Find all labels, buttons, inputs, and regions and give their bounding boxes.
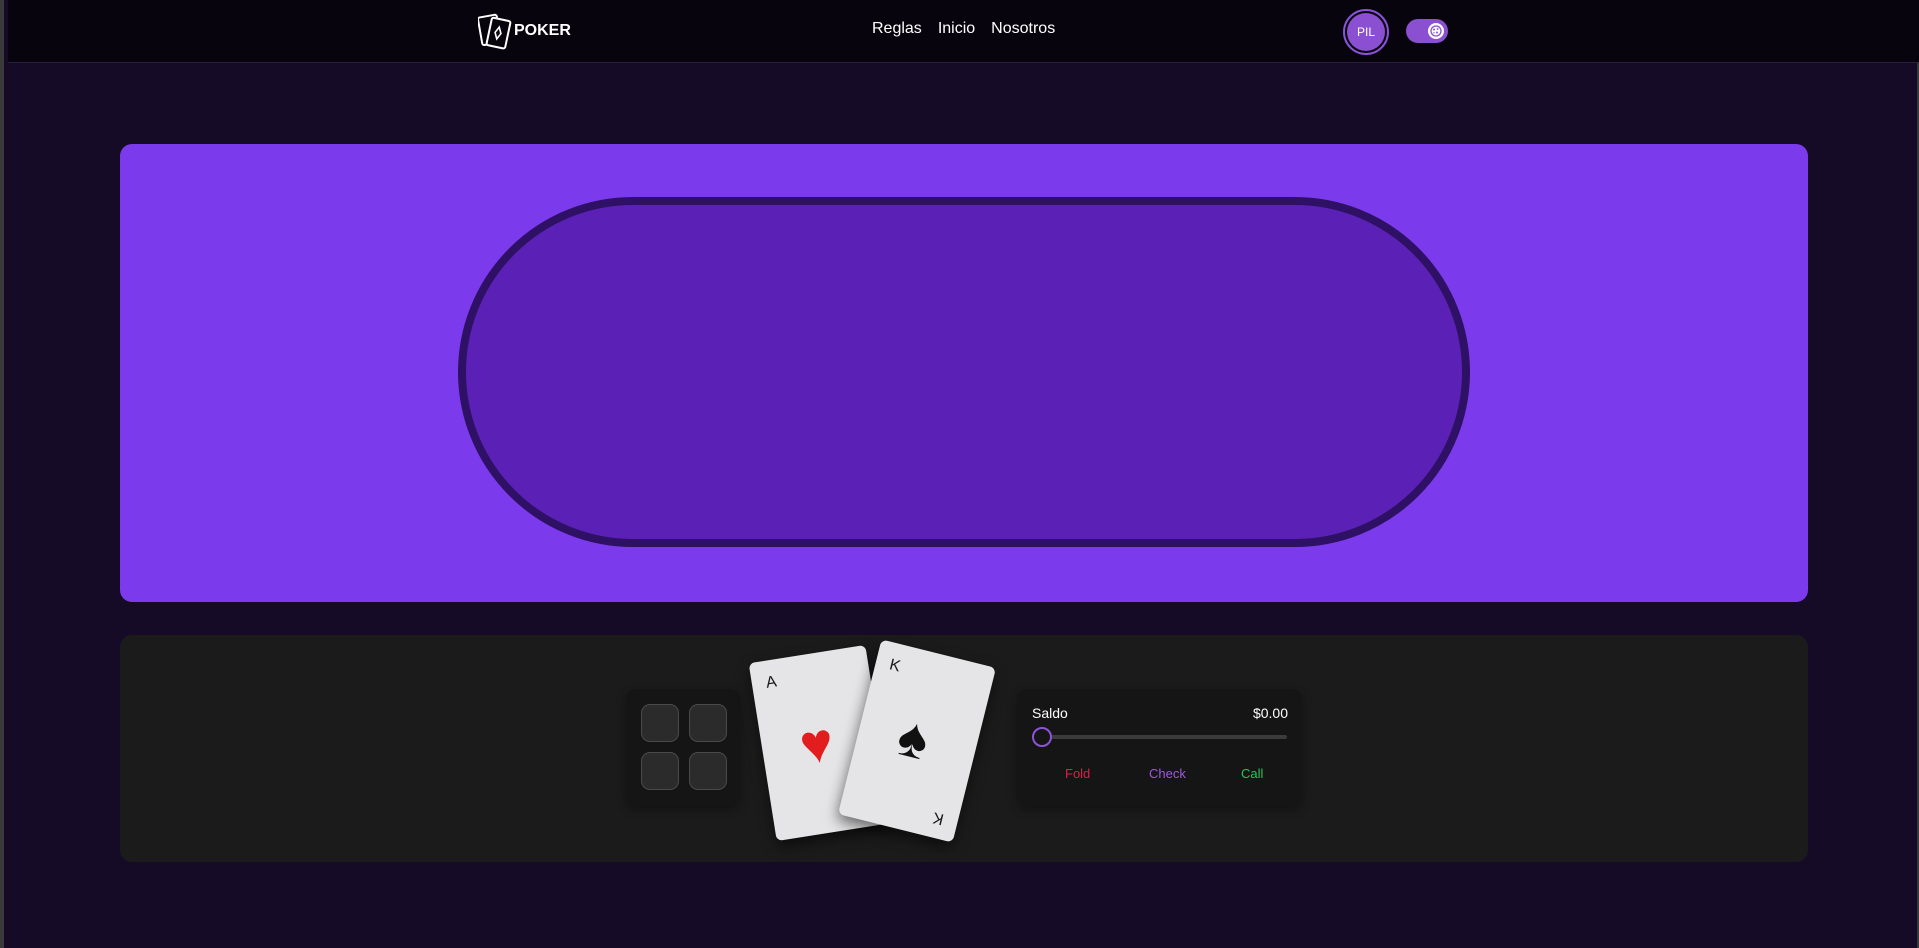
check-button[interactable]: Check xyxy=(1143,765,1192,782)
spade-icon: ♠ xyxy=(891,703,936,772)
action-panel: Saldo $0.00 Fold Check Call xyxy=(1017,689,1302,805)
theme-toggle-icon xyxy=(1428,23,1444,39)
main-nav: Reglas Inicio Nosotros xyxy=(872,20,1055,38)
brand-logo[interactable]: POKER xyxy=(478,12,571,50)
theme-toggle[interactable] xyxy=(1406,19,1448,43)
chip-slot[interactable] xyxy=(689,704,727,742)
poker-table-panel xyxy=(120,144,1808,602)
nav-link-reglas[interactable]: Reglas xyxy=(872,20,922,38)
cards-icon xyxy=(478,12,512,50)
avatar-initials: PIL xyxy=(1347,13,1385,51)
heart-icon: ♥ xyxy=(795,709,838,777)
bet-slider-track[interactable] xyxy=(1032,735,1287,739)
nav-link-inicio[interactable]: Inicio xyxy=(938,20,975,38)
chip-slot[interactable] xyxy=(689,752,727,790)
app-frame: POKER Reglas Inicio Nosotros PIL A ♥ K ♠… xyxy=(0,0,1919,948)
chip-slot[interactable] xyxy=(641,752,679,790)
user-avatar[interactable]: PIL xyxy=(1343,9,1389,55)
brand-name: POKER xyxy=(514,22,571,39)
player-panel: A ♥ K ♠ K Saldo $0.00 Fold Check Call xyxy=(120,635,1808,862)
nav-link-nosotros[interactable]: Nosotros xyxy=(991,20,1055,38)
card-rank: K xyxy=(887,656,903,676)
card-rank-bottom: K xyxy=(931,808,946,828)
top-navbar: POKER Reglas Inicio Nosotros PIL xyxy=(8,0,1919,63)
poker-table-felt xyxy=(458,197,1470,547)
fold-button[interactable]: Fold xyxy=(1059,765,1096,782)
call-button[interactable]: Call xyxy=(1235,765,1269,782)
chip-selector xyxy=(626,689,740,805)
chip-slot[interactable] xyxy=(641,704,679,742)
balance-value: $0.00 xyxy=(1252,705,1288,721)
card-rank: A xyxy=(764,673,778,692)
balance-label: Saldo xyxy=(1032,705,1068,721)
bet-slider-thumb[interactable] xyxy=(1032,727,1052,747)
